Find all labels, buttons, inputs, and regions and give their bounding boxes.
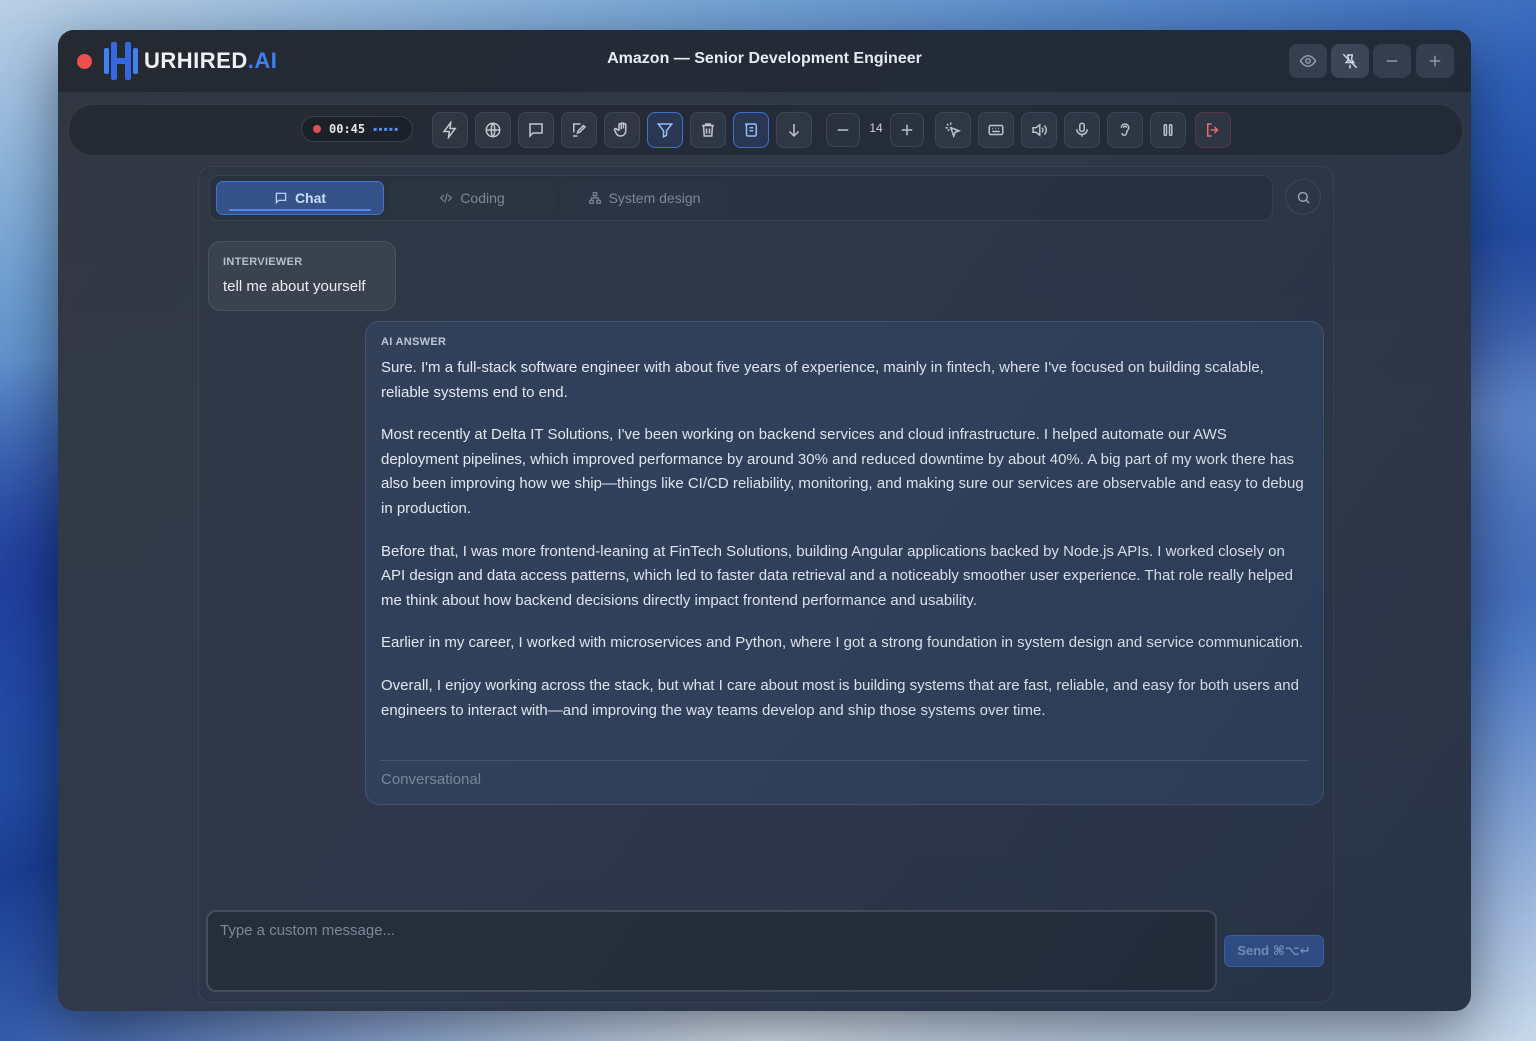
zoom-out-icon xyxy=(837,129,849,131)
plus-icon xyxy=(1429,55,1441,67)
send-button[interactable]: Send ⌘⌥↵ xyxy=(1224,935,1324,967)
filter-icon xyxy=(656,123,674,138)
title-bar: URHIRED.AI Amazon — Senior Development E… xyxy=(58,30,1471,92)
bolt-icon xyxy=(442,121,457,139)
tab-system-design[interactable]: System design xyxy=(560,181,728,215)
clear-button[interactable] xyxy=(690,112,726,148)
custom-message-input[interactable] xyxy=(218,920,1202,984)
expand-button[interactable] xyxy=(1416,44,1454,78)
unpin-button[interactable] xyxy=(1331,44,1369,78)
answer-style-tag: Conversational xyxy=(381,771,482,788)
audio-wave-icon: ▪▪▪▪▪ xyxy=(373,122,400,136)
interviewer-label: INTERVIEWER xyxy=(223,256,303,268)
click-through-button[interactable] xyxy=(935,112,971,148)
conversation-panel: Chat Coding System design INTERVIEWER te… xyxy=(198,166,1334,1003)
window-title: Amazon — Senior Development Engineer xyxy=(607,50,922,67)
answer-paragraph: Before that, I was more frontend-leaning… xyxy=(381,542,1293,609)
tab-chat-label: Chat xyxy=(294,190,327,206)
keyboard-icon xyxy=(988,124,1004,136)
answer-paragraph: Overall, I enjoy working across the stac… xyxy=(381,676,1299,719)
chat-icon xyxy=(529,123,543,138)
recording-dot xyxy=(313,125,321,133)
tab-coding-label: Coding xyxy=(460,190,505,206)
recording-timer: 00:45 ▪▪▪▪▪ xyxy=(301,116,413,142)
interviewer-message: INTERVIEWER tell me about yourself xyxy=(208,241,396,311)
pin-off-icon xyxy=(1342,53,1358,69)
scroll-down-button[interactable] xyxy=(776,112,812,148)
edit-button[interactable] xyxy=(561,112,597,148)
code-icon xyxy=(440,193,453,203)
listen-button[interactable] xyxy=(1107,112,1143,148)
microphone-button[interactable] xyxy=(1064,112,1100,148)
hand-button[interactable] xyxy=(604,112,640,148)
chat-icon xyxy=(275,192,287,205)
hand-icon xyxy=(613,122,627,137)
speaker-button[interactable] xyxy=(1021,112,1057,148)
toolbar: 00:45 ▪▪▪▪▪ 14 xyxy=(68,104,1463,156)
zoom-in-button[interactable] xyxy=(890,113,924,147)
exit-session-button[interactable] xyxy=(1195,112,1231,148)
pause-icon xyxy=(1163,124,1173,136)
mic-icon xyxy=(1076,122,1088,137)
visibility-button[interactable] xyxy=(1289,44,1327,78)
answer-paragraph: Sure. I'm a full-stack software engineer… xyxy=(381,359,1264,401)
edit-icon xyxy=(573,123,587,137)
filter-button[interactable] xyxy=(647,112,683,148)
zoom-in-icon xyxy=(901,124,913,136)
minimize-icon xyxy=(1386,60,1398,62)
font-size-value: 14 xyxy=(869,121,883,135)
timer-text: 00:45 xyxy=(329,122,366,136)
web-search-button[interactable] xyxy=(475,112,511,148)
network-icon xyxy=(588,192,601,204)
interviewer-text: tell me about yourself xyxy=(223,278,366,295)
mode-tabs: Chat Coding System design xyxy=(209,175,1273,221)
tab-chat[interactable]: Chat xyxy=(216,181,384,215)
zoom-out-button[interactable] xyxy=(826,113,860,147)
answer-paragraph: Earlier in my career, I worked with micr… xyxy=(381,634,1304,652)
arrow-down-icon xyxy=(788,124,800,138)
eye-icon xyxy=(1299,54,1317,68)
search-icon xyxy=(1297,191,1310,204)
globe-icon xyxy=(485,122,501,138)
keyboard-button[interactable] xyxy=(978,112,1014,148)
tab-coding[interactable]: Coding xyxy=(390,181,554,215)
trash-icon xyxy=(702,123,714,137)
transcript-button[interactable] xyxy=(733,112,769,148)
answer-paragraph: Most recently at Delta IT Solutions, I'v… xyxy=(381,426,1304,517)
quick-answer-button[interactable] xyxy=(432,112,468,148)
exit-icon xyxy=(1207,123,1219,137)
ai-answer-label: AI ANSWER xyxy=(381,336,447,348)
ai-answer-message: AI ANSWER Sure. I'm a full-stack softwar… xyxy=(365,321,1324,805)
active-tab-indicator xyxy=(229,209,371,211)
ear-icon xyxy=(1120,123,1130,136)
answer-divider xyxy=(380,760,1309,761)
cursor-click-icon xyxy=(945,122,962,139)
ai-answer-body: Sure. I'm a full-stack software engineer… xyxy=(381,356,1308,723)
app-window: URHIRED.AI Amazon — Senior Development E… xyxy=(58,30,1471,1011)
search-button[interactable] xyxy=(1285,179,1321,215)
custom-message-box xyxy=(206,910,1217,992)
tab-system-design-label: System design xyxy=(608,190,701,206)
scroll-icon xyxy=(744,123,757,137)
minimize-button[interactable] xyxy=(1373,44,1411,78)
pause-button[interactable] xyxy=(1150,112,1186,148)
speaker-icon xyxy=(1032,123,1047,137)
chat-button[interactable] xyxy=(518,112,554,148)
